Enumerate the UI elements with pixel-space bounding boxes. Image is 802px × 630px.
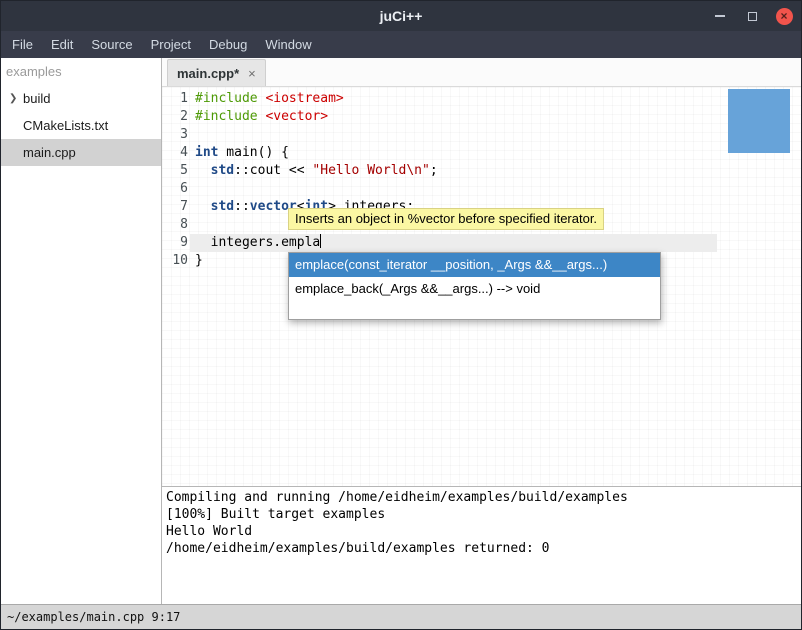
tree-item-main-cpp[interactable]: main.cpp xyxy=(1,139,161,166)
code-line-6: 6 xyxy=(162,180,801,198)
line-number: 6 xyxy=(162,180,188,198)
editor-scrollbar-thumb[interactable] xyxy=(728,89,790,153)
line-content: } xyxy=(188,252,203,270)
tree-item-label: build xyxy=(23,91,50,106)
tree-item-label: main.cpp xyxy=(23,145,76,160)
close-icon: × xyxy=(776,8,793,25)
code-line-5: 5 std::cout << "Hello World\n"; xyxy=(162,162,801,180)
file-tree: ❯ build CMakeLists.txt main.cpp xyxy=(1,85,161,166)
line-content: std::cout << "Hello World\n"; xyxy=(188,162,438,180)
tree-item-cmakelists-txt[interactable]: CMakeLists.txt xyxy=(1,112,161,139)
code-line-2: 2#include <vector> xyxy=(162,108,801,126)
terminal-line: Compiling and running /home/eidheim/exam… xyxy=(166,489,801,506)
code-line-1: 1#include <iostream> xyxy=(162,90,801,108)
code-line-4: 4int main() { xyxy=(162,144,801,162)
line-content: int main() { xyxy=(188,144,289,162)
terminal-line: /home/eidheim/examples/build/examples re… xyxy=(166,540,801,557)
tab-main-cpp[interactable]: main.cpp* × xyxy=(167,59,266,86)
line-number: 7 xyxy=(162,198,188,216)
doc-tooltip: Inserts an object in %vector before spec… xyxy=(288,208,604,230)
menu-file[interactable]: File xyxy=(3,31,42,58)
menu-debug[interactable]: Debug xyxy=(200,31,256,58)
maximize-icon xyxy=(748,12,757,21)
close-button[interactable]: × xyxy=(775,7,793,25)
project-name: examples xyxy=(1,58,161,85)
output-terminal[interactable]: Compiling and running /home/eidheim/exam… xyxy=(162,486,801,604)
minimize-icon xyxy=(715,15,725,17)
main-panel: main.cpp* × 1#include <iostream>2#includ… xyxy=(162,58,801,604)
line-number: 1 xyxy=(162,90,188,108)
line-content: integers.empla xyxy=(188,234,321,252)
code-line-9: 9 integers.empla xyxy=(162,234,801,252)
file-tree-panel: examples ❯ build CMakeLists.txt main.cpp xyxy=(1,58,162,604)
menu-project[interactable]: Project xyxy=(142,31,200,58)
line-number: 4 xyxy=(162,144,188,162)
line-number: 5 xyxy=(162,162,188,180)
statusbar: ~/examples/main.cpp 9:17 xyxy=(1,604,801,629)
completion-item[interactable]: emplace_back(_Args &&__args...) --> void xyxy=(289,277,660,301)
status-location: ~/examples/main.cpp 9:17 xyxy=(7,610,180,624)
line-number: 10 xyxy=(162,252,188,270)
minimize-button[interactable] xyxy=(711,7,729,25)
line-number: 9 xyxy=(162,234,188,252)
code-editor[interactable]: 1#include <iostream>2#include <vector>34… xyxy=(162,87,801,486)
tabbar: main.cpp* × xyxy=(162,58,801,87)
content-area: examples ❯ build CMakeLists.txt main.cpp ma… xyxy=(1,58,801,604)
line-content xyxy=(188,180,195,198)
line-content: #include <iostream> xyxy=(188,90,344,108)
window-controls: × xyxy=(711,1,793,31)
menubar: FileEditSourceProjectDebugWindow xyxy=(1,31,801,58)
terminal-line: Hello World xyxy=(166,523,801,540)
chevron-right-icon[interactable]: ❯ xyxy=(9,85,17,112)
line-content xyxy=(188,126,195,144)
juci-window: juCi++ × FileEditSourceProjectDebugWindo… xyxy=(0,0,802,630)
terminal-line: [100%] Built target examples xyxy=(166,506,801,523)
tab-close-icon[interactable]: × xyxy=(248,67,256,80)
maximize-button[interactable] xyxy=(743,7,761,25)
line-number: 3 xyxy=(162,126,188,144)
completion-item[interactable]: emplace(const_iterator __position, _Args… xyxy=(289,253,660,277)
line-content: #include <vector> xyxy=(188,108,328,126)
tree-item-label: CMakeLists.txt xyxy=(23,118,108,133)
code-line-3: 3 xyxy=(162,126,801,144)
line-number: 2 xyxy=(162,108,188,126)
text-caret xyxy=(320,234,321,248)
menu-source[interactable]: Source xyxy=(82,31,141,58)
menu-edit[interactable]: Edit xyxy=(42,31,82,58)
line-number: 8 xyxy=(162,216,188,234)
titlebar[interactable]: juCi++ × xyxy=(1,1,801,31)
tree-item-build[interactable]: ❯ build xyxy=(1,85,161,112)
line-content xyxy=(188,216,195,234)
window-title: juCi++ xyxy=(1,8,801,24)
code-lines: 1#include <iostream>2#include <vector>34… xyxy=(162,87,801,270)
tab-label: main.cpp* xyxy=(177,66,239,81)
menu-window[interactable]: Window xyxy=(256,31,320,58)
completion-popup: emplace(const_iterator __position, _Args… xyxy=(288,252,661,320)
